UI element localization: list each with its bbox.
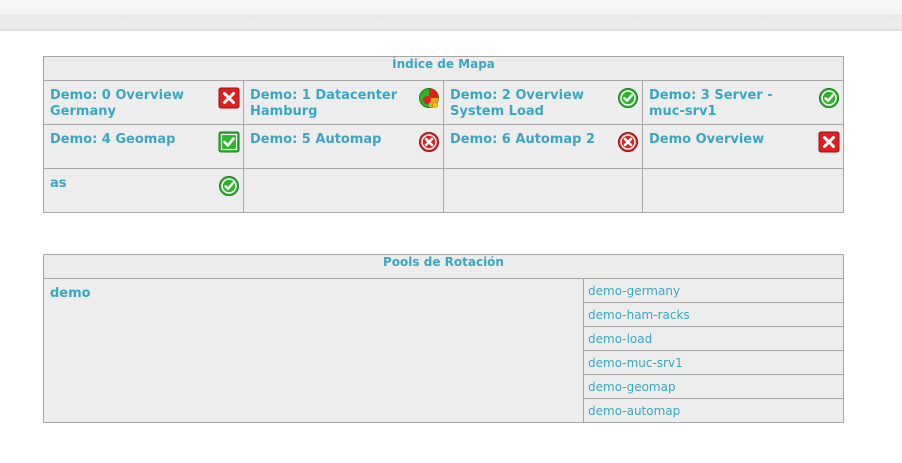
warning-mixed-icon[interactable] [418,87,440,109]
map-cell: as [43,168,244,213]
ok-square-icon[interactable] [218,131,240,153]
map-cell: Demo: 5 Automap [243,124,444,169]
ok-circle-icon[interactable] [818,87,840,109]
critical-square-icon[interactable] [218,87,240,109]
map-cell: Demo Overview [641,124,845,169]
map-link[interactable]: Demo: 1 Datacenter Hamburg [250,88,400,120]
map-index-table: Índice de Mapa Demo: 0 Overview Germany … [42,56,845,213]
pool-map-link[interactable]: demo-load [583,326,844,351]
top-header-bar [0,0,902,31]
empty-cell [443,168,643,213]
pool-cell: demo [43,278,584,423]
pool-map-link[interactable]: demo-muc-srv1 [583,350,844,375]
map-link[interactable]: Demo: 5 Automap [250,132,400,148]
rotation-pools-table: Pools de Rotación demo demo-germany demo… [43,254,844,423]
map-index-title: Índice de Mapa [42,56,845,81]
pool-map-link[interactable]: demo-ham-racks [583,302,844,327]
map-cell: Demo: 1 Datacenter Hamburg [243,80,444,125]
empty-cell [641,168,845,213]
map-link[interactable]: as [50,176,200,192]
pool-map-link[interactable]: demo-geomap [583,374,844,399]
map-cell: Demo: 6 Automap 2 [443,124,643,169]
rotation-pools-title: Pools de Rotación [43,254,844,279]
map-link[interactable]: Demo: 3 Server - muc-srv1 [649,88,799,120]
map-link[interactable]: Demo: 0 Overview Germany [50,88,200,120]
pool-map-link[interactable]: demo-automap [583,398,844,423]
map-cell: Demo: 2 Overview System Load [443,80,643,125]
map-link[interactable]: Demo: 4 Geomap [50,132,200,148]
map-cell: Demo: 0 Overview Germany [43,80,244,125]
pool-map-link[interactable]: demo-germany [583,278,844,303]
critical-circle-icon[interactable] [617,131,639,153]
critical-square-icon[interactable] [818,131,840,153]
map-link[interactable]: Demo: 6 Automap 2 [450,132,600,148]
empty-cell [243,168,444,213]
map-cell: Demo: 3 Server - muc-srv1 [641,80,845,125]
map-link[interactable]: Demo: 2 Overview System Load [450,88,600,120]
ok-circle-icon[interactable] [218,175,240,197]
critical-circle-icon[interactable] [418,131,440,153]
ok-circle-icon[interactable] [617,87,639,109]
map-cell: Demo: 4 Geomap [43,124,244,169]
pool-link[interactable]: demo [50,286,583,301]
map-link[interactable]: Demo Overview [649,132,799,148]
